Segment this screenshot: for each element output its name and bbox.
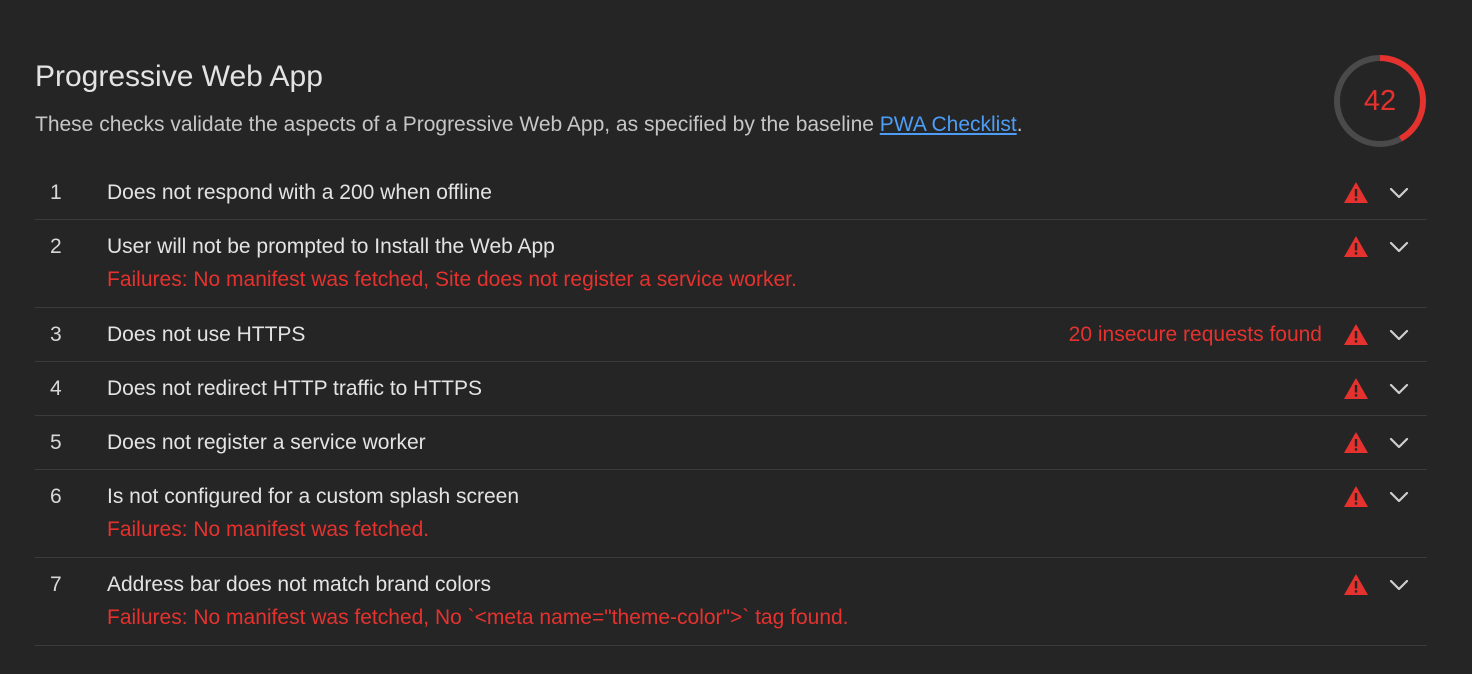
warning-triangle-icon bbox=[1342, 484, 1370, 510]
audit-row[interactable]: 6 Is not configured for a custom splash … bbox=[35, 470, 1427, 558]
audit-title: User will not be prompted to Install the… bbox=[107, 234, 555, 258]
audit-row[interactable]: 1 Does not respond with a 200 when offli… bbox=[35, 166, 1427, 220]
audit-row[interactable]: 4 Does not redirect HTTP traffic to HTTP… bbox=[35, 362, 1427, 416]
audit-title: Does not register a service worker bbox=[107, 430, 426, 454]
chevron-down-icon[interactable] bbox=[1388, 324, 1410, 346]
warning-triangle-icon bbox=[1342, 234, 1370, 260]
warning-triangle-icon bbox=[1342, 430, 1370, 456]
category-title: Progressive Web App bbox=[35, 60, 323, 93]
audit-header[interactable]: 3 Does not use HTTPS 20 insecure request… bbox=[35, 308, 1427, 361]
audit-title: Does not use HTTPS bbox=[107, 322, 306, 346]
audit-row[interactable]: 7 Address bar does not match brand color… bbox=[35, 558, 1427, 646]
pwa-checklist-link[interactable]: PWA Checklist bbox=[880, 113, 1017, 136]
chevron-down-icon[interactable] bbox=[1388, 574, 1410, 596]
audit-number: 2 bbox=[50, 234, 62, 258]
audit-row[interactable]: 3 Does not use HTTPS 20 insecure request… bbox=[35, 308, 1427, 362]
audit-failure-text: Failures: No manifest was fetched. bbox=[107, 518, 430, 541]
chevron-down-icon[interactable] bbox=[1388, 432, 1410, 454]
audit-title: Is not configured for a custom splash sc… bbox=[107, 484, 520, 508]
audit-header[interactable]: 4 Does not redirect HTTP traffic to HTTP… bbox=[35, 362, 1427, 415]
warning-triangle-icon bbox=[1342, 376, 1370, 402]
audit-number: 6 bbox=[50, 484, 62, 508]
warning-triangle-icon bbox=[1342, 180, 1370, 206]
chevron-down-icon[interactable] bbox=[1388, 486, 1410, 508]
audit-display-value: 20 insecure requests found bbox=[1068, 322, 1322, 346]
chevron-down-icon[interactable] bbox=[1388, 378, 1410, 400]
audit-number: 1 bbox=[50, 180, 62, 204]
audit-number: 5 bbox=[50, 430, 62, 454]
chevron-down-icon[interactable] bbox=[1388, 236, 1410, 258]
category-header: Progressive Web App These checks validat… bbox=[35, 58, 1325, 139]
score-value: 42 bbox=[1363, 85, 1397, 117]
warning-triangle-icon bbox=[1342, 572, 1370, 598]
chevron-down-icon[interactable] bbox=[1388, 182, 1410, 204]
audit-failure-text: Failures: No manifest was fetched, No `<… bbox=[107, 606, 849, 629]
audit-title: Address bar does not match brand colors bbox=[107, 572, 492, 596]
warning-triangle-icon bbox=[1342, 322, 1370, 348]
description-text: These checks validate the aspects of a P… bbox=[35, 113, 880, 136]
audit-number: 3 bbox=[50, 322, 62, 346]
audit-row[interactable]: 2 User will not be prompted to Install t… bbox=[35, 220, 1427, 308]
audit-header[interactable]: 5 Does not register a service worker bbox=[35, 416, 1427, 469]
audit-header[interactable]: 1 Does not respond with a 200 when offli… bbox=[35, 166, 1427, 219]
audit-row[interactable]: 5 Does not register a service worker bbox=[35, 416, 1427, 470]
score-gauge[interactable]: 42 bbox=[1332, 53, 1428, 149]
audit-title: Does not redirect HTTP traffic to HTTPS bbox=[107, 376, 483, 400]
pwa-category-panel: Progressive Web App These checks validat… bbox=[0, 0, 1472, 674]
description-suffix: . bbox=[1016, 113, 1023, 136]
audit-title: Does not respond with a 200 when offline bbox=[107, 180, 492, 204]
category-description: These checks validate the aspects of a P… bbox=[35, 111, 1325, 139]
audit-number: 4 bbox=[50, 376, 62, 400]
audit-failure-text: Failures: No manifest was fetched, Site … bbox=[107, 268, 797, 291]
audit-list: 1 Does not respond with a 200 when offli… bbox=[35, 166, 1427, 646]
audit-number: 7 bbox=[50, 572, 62, 596]
